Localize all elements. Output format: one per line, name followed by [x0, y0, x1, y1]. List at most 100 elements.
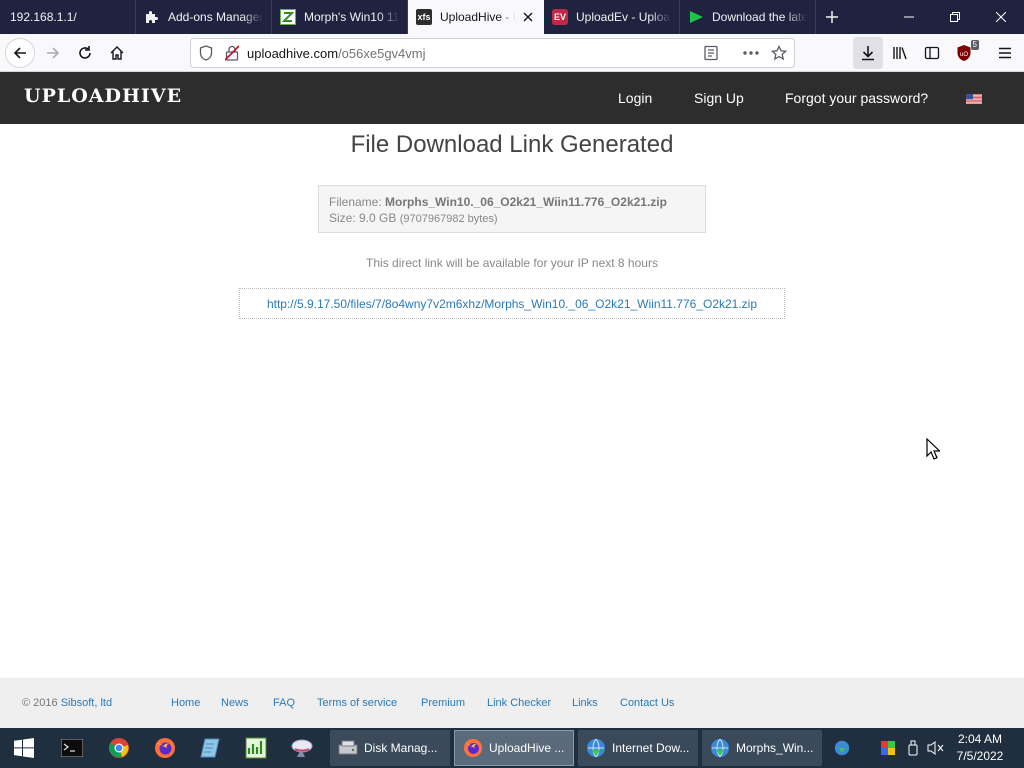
start-button[interactable]	[4, 732, 44, 764]
puzzle-piece-icon	[144, 9, 160, 25]
tab-uploadev[interactable]: EV UploadEv - Uploa	[544, 0, 680, 34]
copyright-org-link[interactable]: Sibsoft, ltd	[61, 697, 112, 709]
forgot-password-link[interactable]: Forgot your password?	[785, 90, 928, 106]
copyright-year: © 2016	[22, 697, 58, 709]
close-tab-icon[interactable]	[520, 9, 536, 25]
browser-navigation-bar: uploadhive.com/o56xe5gv4vmj uO 5	[0, 34, 1024, 72]
windows-taskbar: Disk Manag... UploadHive ... Internet Do…	[0, 728, 1024, 768]
tray-color-app-icon[interactable]	[880, 728, 896, 768]
tray-idm-icon[interactable]	[832, 728, 852, 768]
page-actions-icon[interactable]	[742, 45, 760, 61]
taskbar-app-label: Internet Dow...	[612, 741, 690, 755]
taskbar-app-label: Disk Manag...	[364, 741, 438, 755]
chrome-icon	[108, 738, 129, 758]
tab-download-latest[interactable]: Download the late	[680, 0, 816, 34]
us-flag-icon[interactable]	[966, 94, 982, 104]
internet-download-manager-icon	[586, 738, 606, 758]
footer-link-link-checker[interactable]: Link Checker	[487, 697, 551, 709]
file-info-box: Filename: Morphs_Win10._06_O2k21_Wiin11.…	[318, 185, 706, 233]
taskbar-notepad[interactable]	[190, 732, 230, 764]
firefox-icon	[155, 738, 175, 758]
size-bytes: (9707967982 bytes)	[399, 213, 498, 225]
tray-usb-icon[interactable]	[905, 728, 921, 768]
footer-link-faq[interactable]: FAQ	[273, 697, 295, 709]
app-menu-button[interactable]	[990, 37, 1020, 69]
link-availability-note: This direct link will be available for y…	[366, 256, 658, 270]
disk-management-icon	[338, 738, 358, 758]
address-bar[interactable]: uploadhive.com/o56xe5gv4vmj	[190, 38, 795, 68]
taskbar-app-pinned[interactable]	[282, 732, 322, 764]
reader-view-icon[interactable]	[703, 45, 719, 61]
svg-text:uO: uO	[960, 52, 968, 58]
taskbar-app-disk-management[interactable]: Disk Manag...	[330, 730, 450, 766]
new-tab-button[interactable]	[816, 0, 848, 34]
direct-download-link[interactable]: http://5.9.17.50/files/7/8o4wny7v2m6xhz/…	[239, 288, 785, 319]
forward-button[interactable]	[38, 37, 68, 69]
footer-link-contact[interactable]: Contact Us	[620, 697, 674, 709]
library-icon	[893, 47, 907, 60]
url-text[interactable]: uploadhive.com/o56xe5gv4vmj	[247, 46, 426, 61]
sidebar-button[interactable]	[917, 37, 947, 69]
close-window-button[interactable]	[978, 0, 1024, 34]
login-link[interactable]: Login	[618, 90, 652, 106]
taskbar-app-uploadhive[interactable]: UploadHive ...	[454, 730, 574, 766]
taskbar-chart-app[interactable]	[236, 732, 276, 764]
tab-morphs-win10[interactable]: Morph's Win10 11	[272, 0, 408, 34]
reload-icon	[79, 46, 91, 59]
reload-button[interactable]	[70, 37, 100, 69]
library-button[interactable]	[885, 37, 915, 69]
copyright: © 2016 Sibsoft, ltd	[22, 697, 112, 709]
restore-button[interactable]	[932, 0, 978, 34]
back-button[interactable]	[5, 38, 35, 68]
footer-link-home[interactable]: Home	[171, 697, 200, 709]
site-footer: © 2016 Sibsoft, ltd Home News FAQ Terms …	[0, 678, 1024, 728]
footer-link-terms[interactable]: Terms of service	[317, 697, 397, 709]
taskbar-app-internet-download[interactable]: Internet Dow...	[578, 730, 698, 766]
green-z-icon	[280, 9, 296, 25]
home-button[interactable]	[102, 37, 132, 69]
bookmark-star-icon[interactable]	[771, 45, 787, 61]
taskbar-app-morphs-download[interactable]: Morphs_Win...	[702, 730, 822, 766]
arrow-left-icon	[13, 47, 26, 59]
ublock-extension-button[interactable]: uO 5	[949, 37, 979, 69]
filename-row: Filename: Morphs_Win10._06_O2k21_Wiin11.…	[329, 194, 695, 210]
restore-icon	[950, 12, 960, 22]
taskbar-clock[interactable]: 2:04 AM 7/5/2022	[948, 731, 1012, 765]
tab-uploadhive[interactable]: xfs UploadHive - Upl	[408, 0, 544, 34]
window-controls	[886, 0, 1024, 34]
size-value: 9.0 GB	[359, 211, 397, 225]
taskbar-chrome[interactable]	[99, 732, 139, 764]
insecure-lock-icon[interactable]	[225, 45, 239, 61]
clock-time: 2:04 AM	[957, 732, 1003, 746]
tab-router[interactable]: 192.168.1.1/	[0, 0, 136, 34]
tray-volume-muted-icon[interactable]	[926, 728, 946, 768]
clock-date: 7/5/2022	[956, 749, 1004, 763]
windows-logo-icon	[14, 738, 34, 758]
footer-link-links[interactable]: Links	[572, 697, 598, 709]
tab-title: Download the late	[712, 10, 807, 24]
taskbar-terminal[interactable]	[52, 732, 92, 764]
site-logo[interactable]: UPLOADHIVE	[24, 85, 182, 107]
chart-app-icon	[245, 737, 267, 759]
terminal-icon	[61, 739, 83, 757]
minimize-button[interactable]	[886, 0, 932, 34]
taskbar-firefox[interactable]	[145, 732, 185, 764]
sidebar-icon	[924, 46, 940, 60]
signup-link[interactable]: Sign Up	[694, 90, 744, 106]
hamburger-menu-icon	[999, 47, 1011, 59]
footer-link-premium[interactable]: Premium	[421, 697, 465, 709]
tab-title: UploadEv - Uploa	[576, 10, 671, 24]
tab-addons-manager[interactable]: Add-ons Manager	[136, 0, 272, 34]
tab-title: UploadHive - Upl	[440, 10, 516, 24]
shield-icon[interactable]	[199, 45, 213, 61]
downloads-button[interactable]	[853, 37, 883, 69]
mouse-cursor-icon	[926, 438, 940, 460]
satellite-dish-icon	[291, 739, 313, 757]
firefox-icon	[463, 738, 483, 758]
internet-download-manager-icon	[710, 738, 730, 758]
url-path: /o56xe5gv4vmj	[338, 45, 426, 61]
footer-link-news[interactable]: News	[221, 697, 249, 709]
xfs-favicon-icon: xfs	[416, 9, 432, 25]
arrow-right-icon	[47, 47, 60, 59]
tab-title: Morph's Win10 11	[304, 10, 399, 24]
